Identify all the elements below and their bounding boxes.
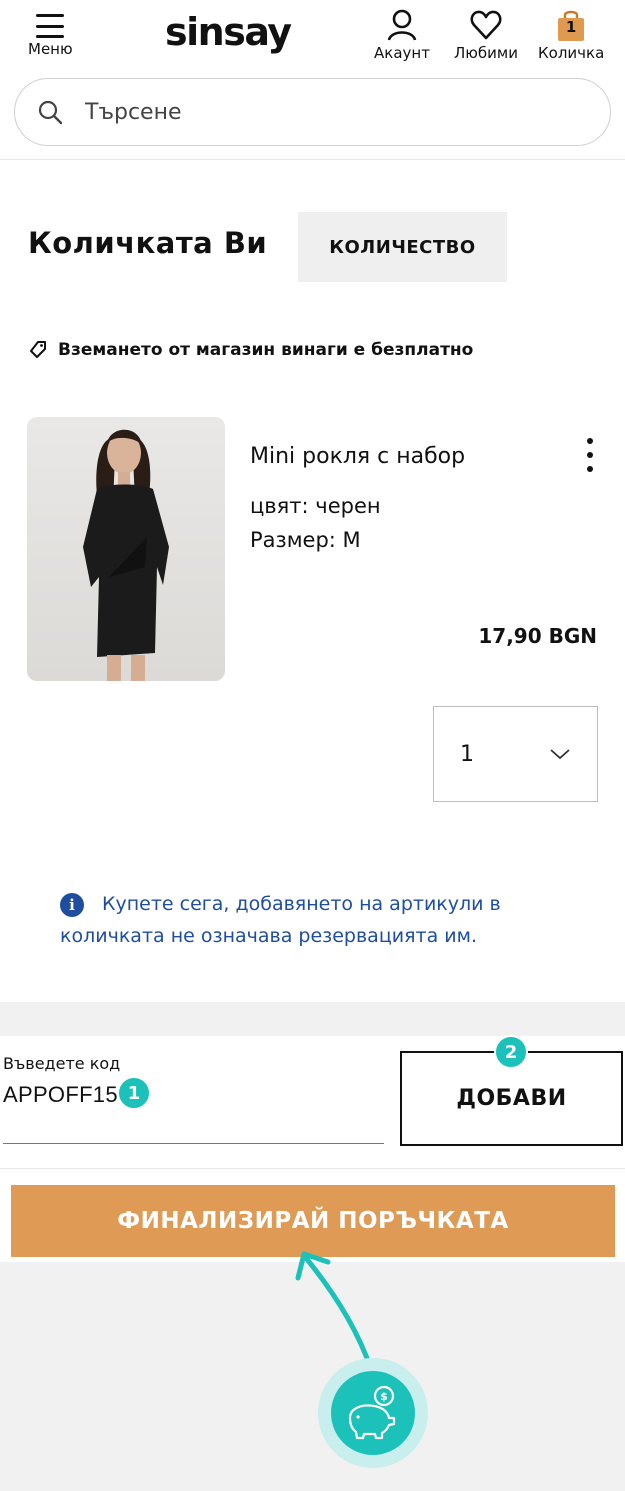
shopping-bag-icon: 1 (556, 8, 586, 42)
account-button[interactable]: Акаунт (374, 8, 430, 62)
menu-label: Меню (28, 40, 73, 58)
section-divider (0, 1002, 625, 1036)
heart-icon (470, 10, 502, 40)
tag-icon (30, 341, 46, 358)
search-icon (38, 100, 63, 125)
cart-label: Количка (538, 44, 605, 62)
svg-text:$: $ (380, 1390, 388, 1403)
dress-photo (83, 429, 169, 681)
search-input[interactable] (85, 99, 545, 125)
account-label: Акаунт (374, 44, 430, 62)
product-name[interactable]: Mini рокля с набор (250, 444, 465, 469)
piggy-bank-icon: $ (318, 1358, 428, 1468)
product-price: 17,90 BGN (478, 624, 597, 648)
quantity-select[interactable]: 1 (433, 706, 598, 802)
voucher-input[interactable]: APPOFF15 (3, 1082, 118, 1108)
user-icon (387, 9, 417, 41)
tab-quantity[interactable]: КОЛИЧЕСТВО (298, 212, 507, 282)
pickup-note: Вземането от магазин винаги е безплатно (28, 340, 473, 360)
search-bar[interactable] (14, 78, 611, 146)
kebab-icon[interactable] (582, 438, 598, 472)
bottom-area (0, 1262, 625, 1491)
voucher-underline (3, 1143, 384, 1144)
cart-count: 1 (565, 18, 577, 36)
checkout-button[interactable]: ФИНАЛИЗИРАЙ ПОРЪЧКАТА (11, 1185, 615, 1257)
logo[interactable]: sinsay (165, 10, 292, 54)
quantity-value: 1 (460, 741, 474, 767)
menu-button[interactable]: Меню (28, 8, 73, 58)
product-size: Размер: M (250, 528, 361, 552)
chevron-down-icon (550, 749, 570, 760)
product-color: цвят: черен (250, 494, 381, 518)
info-text: Купете сега, добавянето на артикули в ко… (60, 893, 501, 947)
menu-icon (36, 14, 65, 38)
header: Меню sinsay Акаунт Любими 1 Количка (0, 0, 625, 160)
product-image[interactable] (27, 417, 225, 681)
info-message: i Купете сега, добавянето на артикули в … (60, 888, 580, 952)
info-icon: i (60, 893, 84, 917)
cart-button[interactable]: 1 Количка (538, 8, 604, 62)
step-badge-2: 2 (494, 1035, 528, 1069)
voucher-label: Въведете код (3, 1054, 121, 1073)
favorites-button[interactable]: Любими (454, 8, 518, 62)
divider (0, 1168, 625, 1169)
page-title: Количката Ви (28, 226, 268, 260)
pickup-text: Вземането от магазин винаги е безплатно (58, 340, 474, 360)
step-badge-1: 1 (117, 1076, 151, 1110)
favorites-label: Любими (454, 44, 518, 62)
